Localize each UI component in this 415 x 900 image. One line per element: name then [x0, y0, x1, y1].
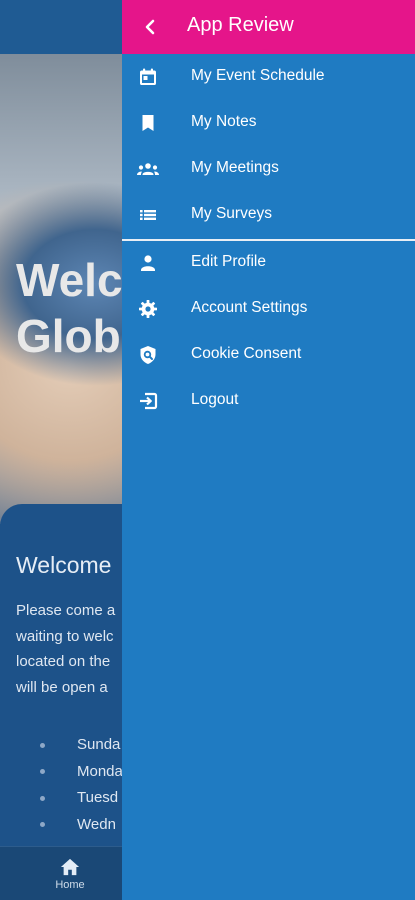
list-icon — [140, 210, 156, 220]
menu-item-edit-profile[interactable]: Edit Profile — [122, 240, 415, 286]
person-icon — [141, 255, 155, 271]
bullet-icon — [40, 742, 45, 748]
logout-icon — [140, 392, 158, 410]
menu-item-my-meetings[interactable]: My Meetings — [122, 146, 415, 192]
shield-search-icon — [140, 346, 156, 364]
menu-item-cookie-consent[interactable]: Cookie Consent — [122, 332, 415, 378]
list-item: Monda — [40, 759, 123, 786]
bullet-icon — [40, 795, 45, 801]
menu-item-label: My Notes — [191, 113, 257, 130]
home-icon — [60, 858, 80, 876]
home-tab[interactable]: Home — [40, 857, 100, 891]
menu-item-label: My Surveys — [191, 205, 272, 222]
list-item: Wedn — [40, 812, 123, 839]
navigation-drawer: App Review My Event Schedule My Notes My… — [122, 0, 415, 900]
bullet-icon — [40, 769, 45, 775]
menu-item-label: Edit Profile — [191, 253, 266, 270]
drawer-header: App Review — [122, 0, 415, 54]
menu-item-label: My Event Schedule — [191, 67, 325, 84]
menu-item-my-surveys[interactable]: My Surveys — [122, 192, 415, 238]
back-button[interactable] — [136, 13, 164, 41]
opening-days-list: Sunda Monda Tuesd Wedn — [40, 732, 123, 838]
menu-item-label: Account Settings — [191, 299, 308, 316]
calendar-icon — [140, 68, 156, 85]
list-item: Tuesd — [40, 785, 123, 812]
menu-item-logout[interactable]: Logout — [122, 378, 415, 424]
bookmark-icon — [142, 115, 154, 131]
menu-item-my-event-schedule[interactable]: My Event Schedule — [122, 54, 415, 100]
chevron-left-icon — [145, 19, 155, 35]
menu-item-label: Cookie Consent — [191, 345, 302, 362]
home-tab-label: Home — [55, 879, 85, 891]
drawer-title: App Review — [187, 14, 294, 36]
bullet-icon — [40, 822, 45, 828]
list-item: Sunda — [40, 732, 123, 759]
hero-title: Welc Glob — [16, 254, 123, 362]
people-icon — [137, 163, 159, 175]
menu-item-label: Logout — [191, 391, 239, 408]
gear-icon — [139, 300, 157, 318]
menu-item-label: My Meetings — [191, 159, 279, 176]
menu-item-my-notes[interactable]: My Notes — [122, 100, 415, 146]
menu-item-account-settings[interactable]: Account Settings — [122, 286, 415, 332]
welcome-card-title: Welcome — [16, 552, 112, 578]
